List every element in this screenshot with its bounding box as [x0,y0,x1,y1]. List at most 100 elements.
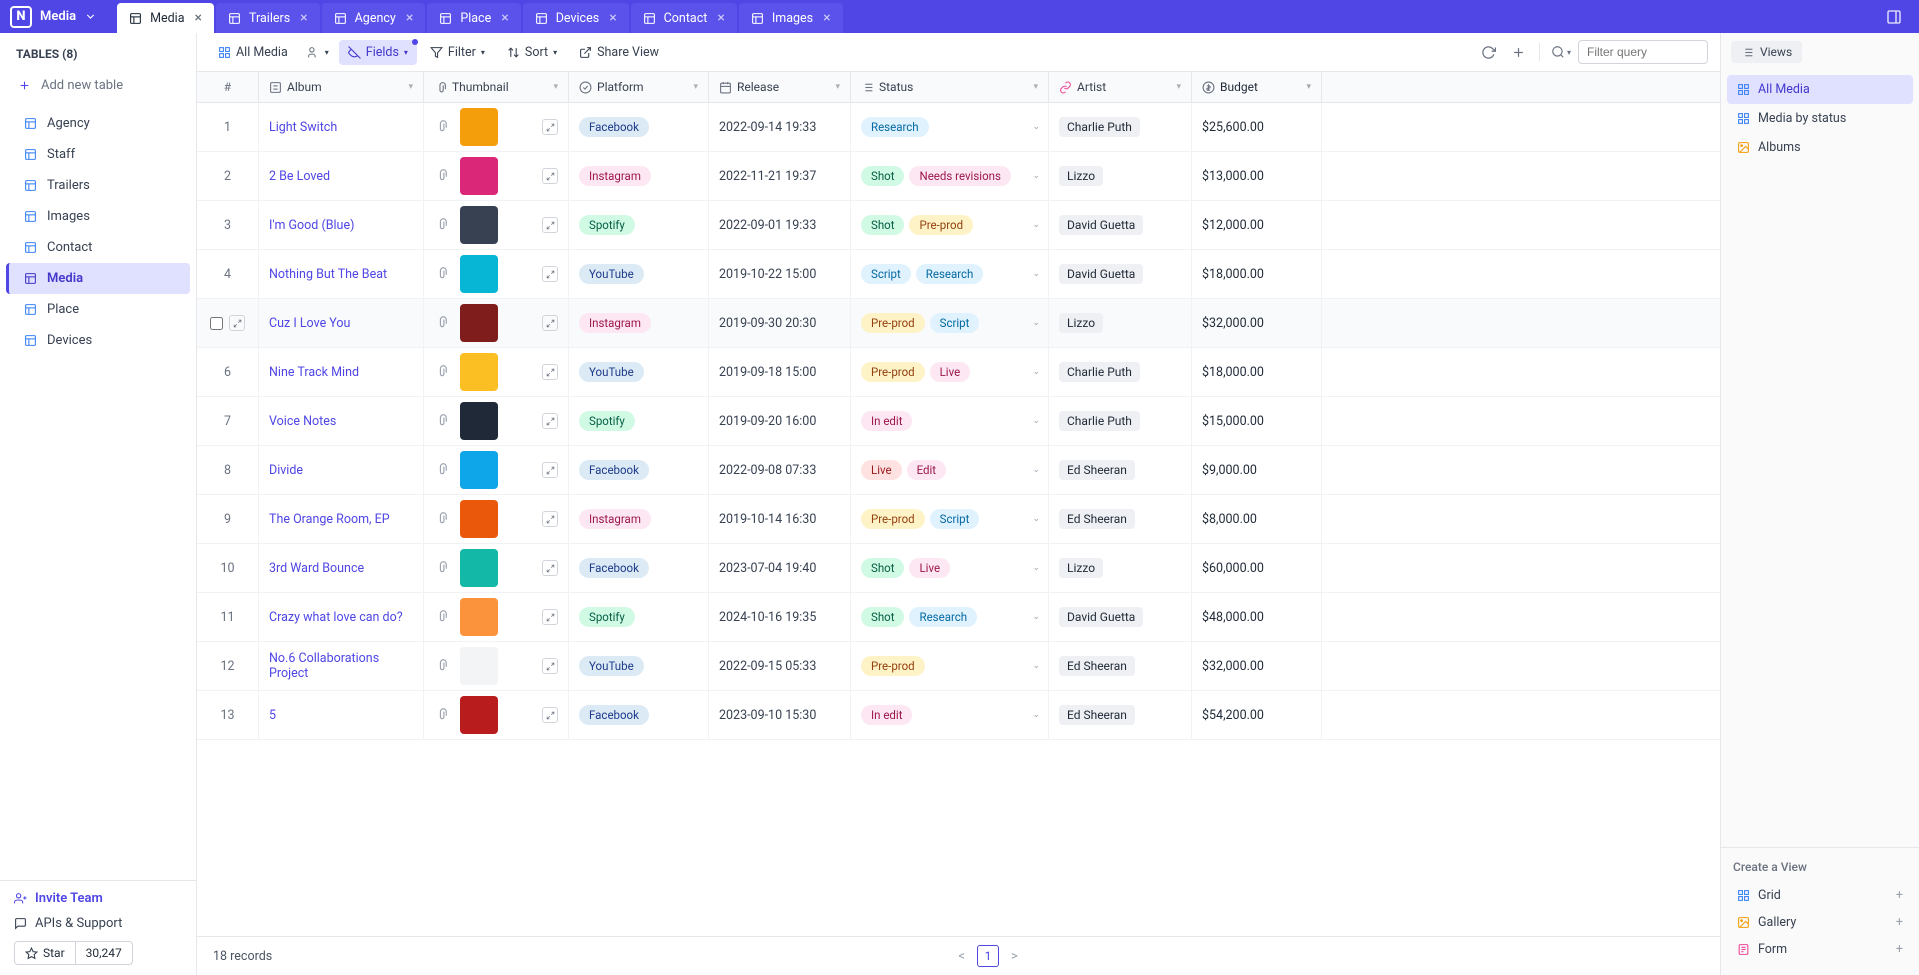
cell-artist[interactable]: Lizzo [1049,152,1192,200]
filter-button[interactable]: Filter ▾ [421,40,494,65]
col-album[interactable]: Album▾ [259,72,424,102]
page-number[interactable]: 1 [977,945,999,967]
cell-budget[interactable]: $15,000.00 [1192,397,1322,445]
cell-release[interactable]: 2022-09-14 19:33 [709,103,851,151]
sidebar-item-media[interactable]: Media [6,263,190,294]
invite-team[interactable]: Invite Team [14,891,182,906]
tab-contact[interactable]: Contact × [631,3,737,33]
cell-thumbnail[interactable] [424,593,569,641]
album-link[interactable]: No.6 Collaborations Project [269,651,413,681]
cell-thumbnail[interactable] [424,642,569,690]
cell-platform[interactable]: Spotify [569,201,709,249]
cell-thumbnail[interactable] [424,446,569,494]
cell-status[interactable]: In edit ⌄ [851,691,1049,739]
cell-platform[interactable]: Facebook [569,544,709,592]
cell-album[interactable]: Voice Notes [259,397,424,445]
close-icon[interactable]: × [609,10,616,26]
cell-status[interactable]: In edit ⌄ [851,397,1049,445]
cell-release[interactable]: 2022-09-01 19:33 [709,201,851,249]
col-thumbnail[interactable]: Thumbnail▾ [424,72,569,102]
cell-album[interactable]: 2 Be Loved [259,152,424,200]
expand-cell[interactable] [542,609,558,625]
expand-cell[interactable] [542,266,558,282]
cell-artist[interactable]: Charlie Puth [1049,103,1192,151]
cell-release[interactable]: 2022-09-15 05:33 [709,642,851,690]
album-link[interactable]: Nothing But The Beat [269,267,387,282]
cell-thumbnail[interactable] [424,201,569,249]
cell-album[interactable]: Light Switch [259,103,424,151]
cell-thumbnail[interactable] [424,544,569,592]
cell-artist[interactable]: Charlie Puth [1049,397,1192,445]
share-view-button[interactable]: Share View [570,40,668,65]
cell-release[interactable]: 2022-09-08 07:33 [709,446,851,494]
cell-status[interactable]: LiveEdit ⌄ [851,446,1049,494]
expand-cell[interactable] [542,462,558,478]
table-row[interactable]: 7 Voice Notes Spotify 2019-09-20 16:00 I… [197,397,1720,446]
cell-thumbnail[interactable] [424,103,569,151]
album-link[interactable]: 3rd Ward Bounce [269,561,364,576]
apis-support[interactable]: APIs & Support [14,916,182,931]
cell-budget[interactable]: $18,000.00 [1192,348,1322,396]
app-switcher[interactable]: N Media [10,0,117,33]
cell-status[interactable]: Pre-prodLive ⌄ [851,348,1049,396]
cell-artist[interactable]: Lizzo [1049,299,1192,347]
cell-budget[interactable]: $12,000.00 [1192,201,1322,249]
album-link[interactable]: Nine Track Mind [269,365,359,380]
cell-album[interactable]: The Orange Room, EP [259,495,424,543]
github-star[interactable]: Star 30,247 [14,941,133,965]
cell-status[interactable]: ShotPre-prod ⌄ [851,201,1049,249]
table-row[interactable]: 9 The Orange Room, EP Instagram 2019-10-… [197,495,1720,544]
close-icon[interactable]: × [717,10,724,26]
cell-thumbnail[interactable] [424,691,569,739]
table-row[interactable]: 10 3rd Ward Bounce Facebook 2023-07-04 1… [197,544,1720,593]
next-page[interactable]: > [1005,947,1024,966]
cell-artist[interactable]: David Guetta [1049,593,1192,641]
sort-button[interactable]: Sort ▾ [498,40,566,65]
album-link[interactable]: Light Switch [269,120,337,135]
close-icon[interactable]: × [195,10,202,26]
cell-budget[interactable]: $60,000.00 [1192,544,1322,592]
cell-release[interactable]: 2019-09-30 20:30 [709,299,851,347]
cell-album[interactable]: Nothing But The Beat [259,250,424,298]
cell-budget[interactable]: $32,000.00 [1192,299,1322,347]
tab-trailers[interactable]: Trailers × [216,3,320,33]
expand-cell[interactable] [542,119,558,135]
cell-platform[interactable]: Spotify [569,397,709,445]
album-link[interactable]: 2 Be Loved [269,169,330,184]
cell-artist[interactable]: Ed Sheeran [1049,691,1192,739]
close-icon[interactable]: × [406,10,413,26]
expand-row[interactable] [229,315,245,331]
table-row[interactable]: Cuz I Love You Instagram 2019-09-30 20:3… [197,299,1720,348]
cell-artist[interactable]: Ed Sheeran [1049,642,1192,690]
sidebar-toggle-icon[interactable] [1883,6,1905,28]
add-new-table[interactable]: Add new table [0,71,196,100]
table-row[interactable]: 11 Crazy what love can do? Spotify 2024-… [197,593,1720,642]
tab-images[interactable]: Images × [739,3,843,33]
cell-album[interactable]: 3rd Ward Bounce [259,544,424,592]
sidebar-item-devices[interactable]: Devices [6,325,190,356]
sidebar-item-trailers[interactable]: Trailers [6,170,190,201]
cell-album[interactable]: Crazy what love can do? [259,593,424,641]
cell-status[interactable]: Pre-prod ⌄ [851,642,1049,690]
cell-platform[interactable]: YouTube [569,250,709,298]
cell-platform[interactable]: Facebook [569,103,709,151]
cell-thumbnail[interactable] [424,152,569,200]
cell-budget[interactable]: $48,000.00 [1192,593,1322,641]
col-artist[interactable]: Artist▾ [1049,72,1192,102]
cell-album[interactable]: Nine Track Mind [259,348,424,396]
cell-release[interactable]: 2023-09-10 15:30 [709,691,851,739]
cell-release[interactable]: 2019-10-14 16:30 [709,495,851,543]
expand-cell[interactable] [542,658,558,674]
table-row[interactable]: 2 2 Be Loved Instagram 2022-11-21 19:37 … [197,152,1720,201]
cell-release[interactable]: 2019-09-20 16:00 [709,397,851,445]
cell-platform[interactable]: Instagram [569,152,709,200]
reload-button[interactable] [1475,39,1501,65]
create-view-gallery[interactable]: Gallery + [1733,909,1907,936]
col-status[interactable]: Status▾ [851,72,1049,102]
cell-platform[interactable]: Spotify [569,593,709,641]
cell-status[interactable]: ShotLive ⌄ [851,544,1049,592]
cell-budget[interactable]: $25,600.00 [1192,103,1322,151]
col-budget[interactable]: Budget▾ [1192,72,1322,102]
cell-platform[interactable]: Instagram [569,495,709,543]
fields-button[interactable]: Fields ▾ [339,40,417,65]
